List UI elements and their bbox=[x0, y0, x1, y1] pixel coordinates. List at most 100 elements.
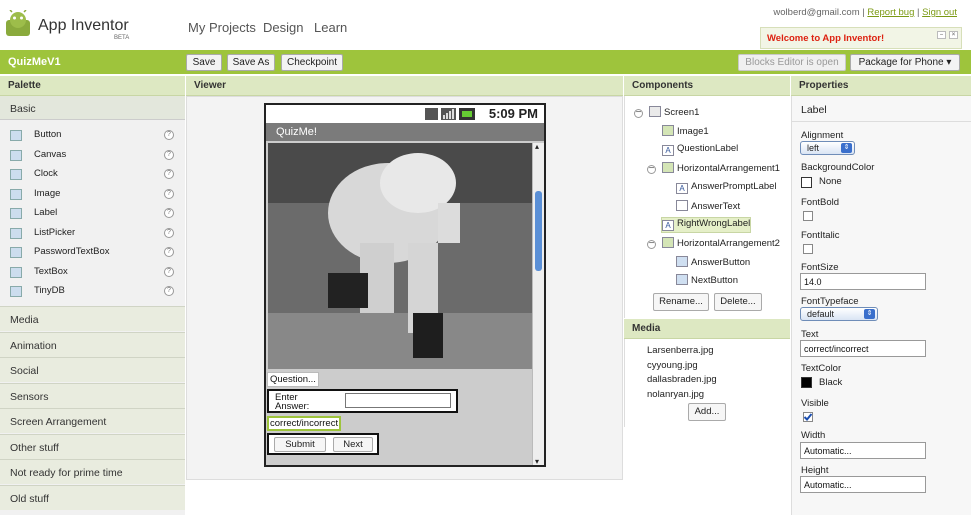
component-questionlabel[interactable]: A QuestionLabel bbox=[662, 143, 738, 157]
help-icon[interactable]: ? bbox=[164, 169, 174, 179]
component-horizontalarrangement1[interactable]: HorizontalArrangement1 bbox=[662, 162, 780, 176]
help-icon[interactable]: ? bbox=[164, 208, 174, 218]
component-label: AnswerPromptLabel bbox=[691, 180, 777, 192]
help-icon[interactable]: ? bbox=[164, 227, 174, 238]
scroll-up-icon[interactable]: ▴ bbox=[535, 142, 539, 151]
answer-text-input[interactable] bbox=[345, 393, 451, 408]
component-image1[interactable]: Image1 bbox=[662, 124, 709, 139]
scroll-thumb[interactable] bbox=[535, 191, 542, 271]
media-file[interactable]: Larsenberra.jpg bbox=[647, 345, 714, 356]
image1-photo[interactable] bbox=[268, 143, 532, 369]
checkpoint-button[interactable]: Checkpoint bbox=[281, 54, 343, 71]
submit-button[interactable]: Submit bbox=[274, 437, 326, 452]
fontitalic-checkbox[interactable] bbox=[803, 244, 813, 254]
fontbold-checkbox[interactable] bbox=[803, 211, 813, 221]
palette-item-clock[interactable]: Clock? bbox=[10, 167, 180, 183]
component-rightwronglabel[interactable]: A RightWrongLabel bbox=[660, 217, 752, 234]
save-as-button[interactable]: Save As bbox=[227, 54, 275, 71]
component-answerpromptlabel[interactable]: A AnswerPromptLabel bbox=[676, 181, 777, 195]
palette-header: Palette bbox=[0, 76, 185, 96]
phone-scrollbar[interactable]: ▴ ▾ bbox=[532, 142, 544, 466]
component-nextbutton[interactable]: NextButton bbox=[676, 274, 738, 288]
app-inventor-logo-icon bbox=[4, 9, 32, 38]
palette-section-other-stuff[interactable]: Other stuff bbox=[0, 433, 185, 459]
project-name: QuizMeV1 bbox=[8, 56, 61, 68]
text-input[interactable]: correct/incorrect bbox=[800, 340, 926, 357]
component-label: RightWrongLabel bbox=[677, 218, 751, 230]
blocks-editor-button[interactable]: Blocks Editor is open bbox=[738, 54, 846, 71]
minimize-icon[interactable]: – bbox=[937, 31, 946, 39]
welcome-text: Welcome to App Inventor! bbox=[767, 33, 885, 44]
palette-section-media[interactable]: Media bbox=[0, 306, 185, 331]
label-icon: A bbox=[662, 220, 674, 232]
palette-item-label: Canvas bbox=[34, 148, 67, 160]
horizontal-arrangement-2: Submit Next bbox=[267, 433, 379, 455]
separator: | bbox=[917, 7, 920, 18]
help-icon[interactable]: ? bbox=[164, 130, 174, 140]
component-answerbutton[interactable]: AnswerButton bbox=[676, 255, 750, 270]
save-button[interactable]: Save bbox=[186, 54, 222, 71]
palette-section-screen-arrangement[interactable]: Screen Arrangement bbox=[0, 408, 185, 433]
component-horizontalarrangement2[interactable]: HorizontalArrangement2 bbox=[662, 236, 780, 251]
delete-button[interactable]: Delete... bbox=[714, 293, 762, 311]
next-button[interactable]: Next bbox=[333, 437, 373, 452]
help-icon[interactable]: ? bbox=[164, 149, 174, 160]
screen-icon bbox=[649, 106, 661, 117]
height-input[interactable]: Automatic... bbox=[800, 476, 926, 493]
report-bug-link[interactable]: Report bug bbox=[867, 7, 914, 18]
collapse-toggle-icon[interactable]: − bbox=[647, 164, 656, 175]
component-screen1[interactable]: Screen1 bbox=[649, 106, 699, 120]
palette-item-canvas[interactable]: Canvas? bbox=[10, 148, 180, 164]
palette-item-textbox[interactable]: TextBox? bbox=[10, 265, 180, 281]
palette-item-listpicker[interactable]: ListPicker? bbox=[10, 226, 180, 242]
rename-button[interactable]: Rename... bbox=[653, 293, 709, 311]
button-icon bbox=[676, 255, 688, 267]
sign-out-link[interactable]: Sign out bbox=[922, 7, 957, 18]
palette-section-not-ready-for-prime-time[interactable]: Not ready for prime time bbox=[0, 459, 185, 484]
palette-item-button[interactable]: Button? bbox=[10, 128, 180, 144]
collapse-toggle-icon[interactable]: − bbox=[647, 238, 656, 249]
help-icon[interactable]: ? bbox=[164, 188, 174, 199]
textcolor-swatch[interactable] bbox=[801, 377, 812, 388]
bgcolor-swatch[interactable] bbox=[801, 177, 812, 188]
canvas-icon bbox=[10, 149, 22, 161]
nav-learn[interactable]: Learn bbox=[314, 20, 347, 35]
typeface-select[interactable]: default ⇕ bbox=[800, 307, 878, 321]
package-for-phone-button[interactable]: Package for Phone ▾ bbox=[850, 54, 960, 71]
media-file[interactable]: nolanryan.jpg bbox=[647, 389, 704, 400]
help-icon[interactable]: ? bbox=[164, 286, 174, 296]
nav-my-projects[interactable]: My Projects bbox=[188, 20, 256, 35]
nav-design[interactable]: Design bbox=[263, 20, 303, 35]
close-icon[interactable]: × bbox=[949, 31, 958, 39]
palette-item-image[interactable]: Image? bbox=[10, 187, 180, 203]
palette-section-social[interactable]: Social bbox=[0, 357, 185, 382]
add-media-button[interactable]: Add... bbox=[688, 403, 726, 421]
palette-section-animation[interactable]: Animation bbox=[0, 331, 185, 357]
width-input[interactable]: Automatic... bbox=[800, 442, 926, 459]
alignment-select[interactable]: left ⇕ bbox=[800, 141, 855, 155]
chevron-down-icon: ▾ bbox=[946, 57, 952, 68]
textcolor-value[interactable]: Black bbox=[819, 377, 842, 388]
textcolor-label: TextColor bbox=[801, 363, 842, 374]
collapse-toggle-icon[interactable]: − bbox=[634, 108, 643, 118]
palette-section-basic[interactable]: Basic bbox=[0, 96, 185, 120]
package-label: Package for Phone bbox=[858, 57, 944, 68]
fontsize-input[interactable]: 14.0 bbox=[800, 273, 926, 290]
scroll-down-icon[interactable]: ▾ bbox=[535, 457, 539, 466]
help-icon[interactable]: ? bbox=[164, 266, 174, 277]
media-file[interactable]: cyyoung.jpg bbox=[647, 360, 698, 371]
visible-checkbox[interactable] bbox=[803, 412, 813, 422]
palette-item-label[interactable]: Label? bbox=[10, 206, 180, 222]
bgcolor-value[interactable]: None bbox=[819, 176, 842, 187]
component-answertext[interactable]: AnswerText bbox=[676, 199, 740, 214]
phone-status-bar: 5:09 PM bbox=[266, 105, 544, 123]
components-panel: − Screen1 Image1 A QuestionLabel − HorizontalA… bbox=[624, 96, 790, 318]
help-icon[interactable]: ? bbox=[164, 247, 174, 257]
palette-section-old-stuff[interactable]: Old stuff bbox=[0, 484, 185, 510]
signal-battery-icon bbox=[425, 108, 475, 120]
palette-item-label: Label bbox=[34, 207, 58, 218]
media-file[interactable]: dallasbraden.jpg bbox=[647, 374, 717, 385]
palette-item-tinydb[interactable]: TinyDB? bbox=[10, 284, 180, 300]
palette-section-sensors[interactable]: Sensors bbox=[0, 382, 185, 408]
palette-item-passwordtextbox[interactable]: PasswordTextBox? bbox=[10, 245, 180, 261]
